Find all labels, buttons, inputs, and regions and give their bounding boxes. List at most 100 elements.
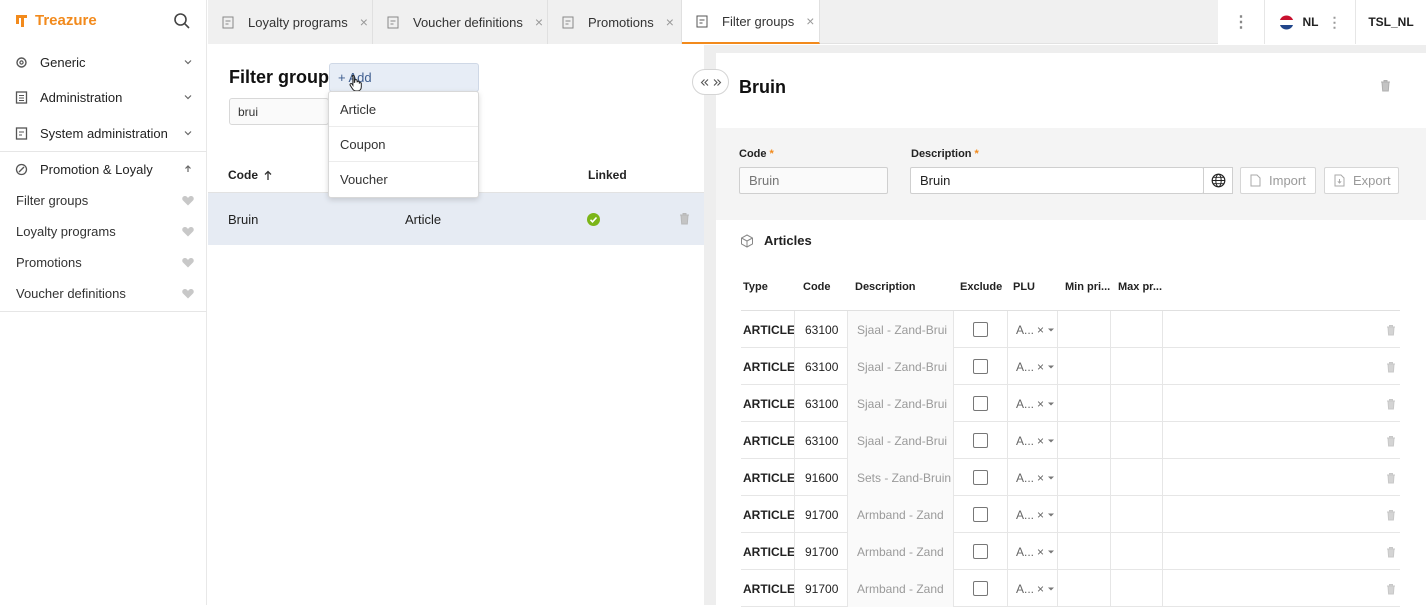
table-row[interactable]: Bruin Article [208, 193, 704, 245]
exclude-checkbox[interactable] [973, 507, 988, 522]
max-price-cell[interactable] [1110, 311, 1163, 348]
plu-select[interactable]: A... × [1007, 496, 1057, 533]
tab-loyalty-programs[interactable]: Loyalty programs × [208, 0, 373, 44]
plu-select[interactable]: A... × [1007, 459, 1057, 496]
sidebar-item-promotions[interactable]: Promotions [0, 247, 207, 277]
close-icon[interactable]: × [535, 14, 543, 30]
max-price-cell[interactable] [1110, 422, 1163, 459]
max-price-cell[interactable] [1110, 570, 1163, 607]
panel-splitter[interactable] [704, 45, 716, 605]
max-price-cell[interactable] [1110, 459, 1163, 496]
max-price-cell[interactable] [1110, 496, 1163, 533]
trash-icon[interactable] [1386, 533, 1396, 570]
close-icon[interactable]: × [806, 13, 814, 29]
plu-select[interactable]: A... × [1007, 533, 1057, 570]
plu-select[interactable]: A... × [1007, 385, 1057, 422]
trash-icon[interactable] [1380, 79, 1391, 92]
language-menu-icon[interactable]: ⋮ [1328, 14, 1342, 31]
plu-select[interactable]: A... × [1007, 311, 1057, 348]
menu-item-article[interactable]: Article [329, 92, 478, 127]
tab-voucher-definitions[interactable]: Voucher definitions × [373, 0, 548, 44]
table-row[interactable]: ARTICLE 91700 Armband - Zand A... × [741, 570, 1400, 607]
import-button[interactable]: Import [1240, 167, 1316, 194]
close-icon[interactable]: × [666, 14, 674, 30]
menu-item-coupon[interactable]: Coupon [329, 127, 478, 162]
menu-generic[interactable]: Generic [0, 45, 207, 79]
trash-icon[interactable] [679, 212, 690, 225]
table-row[interactable]: ARTICLE 63100 Sjaal - Zand-Brui A... × [741, 385, 1400, 422]
language-selector[interactable]: NL ⋮ [1264, 0, 1355, 44]
min-price-cell[interactable] [1057, 311, 1110, 348]
clear-icon[interactable]: × [1037, 397, 1044, 411]
column-header-max-price[interactable]: Max pr... [1118, 281, 1162, 293]
min-price-cell[interactable] [1057, 533, 1110, 570]
clear-icon[interactable]: × [1037, 545, 1044, 559]
trash-icon[interactable] [1386, 348, 1396, 385]
clear-icon[interactable]: × [1037, 582, 1044, 596]
code-field[interactable] [739, 167, 888, 194]
menu-administration[interactable]: Administration [0, 80, 207, 114]
heart-icon[interactable] [182, 226, 194, 237]
user-menu[interactable]: TSL_NL [1355, 0, 1426, 44]
trash-icon[interactable] [1386, 422, 1396, 459]
close-icon[interactable]: × [360, 14, 368, 30]
clear-icon[interactable]: × [1037, 360, 1044, 374]
plu-select[interactable]: A... × [1007, 422, 1057, 459]
min-price-cell[interactable] [1057, 496, 1110, 533]
column-header-code[interactable]: Code [803, 281, 831, 293]
table-row[interactable]: ARTICLE 91600 Sets - Zand-Bruin A... × [741, 459, 1400, 496]
column-header-min-price[interactable]: Min pri... [1065, 281, 1110, 293]
menu-system-administration[interactable]: System administration [0, 116, 207, 150]
more-tabs-icon[interactable]: ⋮ [1218, 0, 1264, 44]
collapse-toggle-button[interactable] [692, 69, 729, 95]
column-header-description[interactable]: Description [855, 281, 916, 293]
max-price-cell[interactable] [1110, 385, 1163, 422]
exclude-checkbox[interactable] [973, 396, 988, 411]
menu-promotion-loyalty[interactable]: Promotion & Loyaly [0, 152, 207, 186]
clear-icon[interactable]: × [1037, 434, 1044, 448]
clear-icon[interactable]: × [1037, 508, 1044, 522]
max-price-cell[interactable] [1110, 533, 1163, 570]
table-row[interactable]: ARTICLE 63100 Sjaal - Zand-Brui A... × [741, 422, 1400, 459]
min-price-cell[interactable] [1057, 385, 1110, 422]
tab-promotions[interactable]: Promotions × [548, 0, 682, 44]
search-input[interactable] [229, 98, 329, 125]
clear-icon[interactable]: × [1037, 323, 1044, 337]
exclude-checkbox[interactable] [973, 581, 988, 596]
add-button[interactable]: + Add [329, 63, 479, 92]
table-row[interactable]: ARTICLE 91700 Armband - Zand A... × [741, 533, 1400, 570]
table-row[interactable]: ARTICLE 63100 Sjaal - Zand-Brui A... × [741, 348, 1400, 385]
trash-icon[interactable] [1386, 570, 1396, 607]
min-price-cell[interactable] [1057, 348, 1110, 385]
trash-icon[interactable] [1386, 496, 1396, 533]
min-price-cell[interactable] [1057, 459, 1110, 496]
heart-icon[interactable] [182, 288, 194, 299]
trash-icon[interactable] [1386, 385, 1396, 422]
description-field[interactable] [910, 167, 1204, 194]
exclude-checkbox[interactable] [973, 359, 988, 374]
plu-select[interactable]: A... × [1007, 570, 1057, 607]
search-icon[interactable] [173, 12, 191, 30]
table-row[interactable]: ARTICLE 63100 Sjaal - Zand-Brui A... × [741, 311, 1400, 348]
table-row[interactable]: ARTICLE 91700 Armband - Zand A... × [741, 496, 1400, 533]
menu-item-voucher[interactable]: Voucher [329, 162, 478, 197]
heart-icon[interactable] [182, 195, 194, 206]
sidebar-item-filter-groups[interactable]: Filter groups [0, 185, 207, 215]
max-price-cell[interactable] [1110, 348, 1163, 385]
min-price-cell[interactable] [1057, 570, 1110, 607]
sidebar-item-loyalty-programs[interactable]: Loyalty programs [0, 216, 207, 246]
trash-icon[interactable] [1386, 311, 1396, 348]
treazure-logo[interactable]: Treazure [13, 12, 97, 29]
translate-button[interactable] [1203, 167, 1233, 194]
sidebar-item-voucher-definitions[interactable]: Voucher definitions [0, 278, 207, 308]
exclude-checkbox[interactable] [973, 470, 988, 485]
column-header-plu[interactable]: PLU [1013, 281, 1035, 293]
plu-select[interactable]: A... × [1007, 348, 1057, 385]
column-header-type[interactable]: Type [743, 281, 768, 293]
trash-icon[interactable] [1386, 459, 1396, 496]
min-price-cell[interactable] [1057, 422, 1110, 459]
heart-icon[interactable] [182, 257, 194, 268]
exclude-checkbox[interactable] [973, 544, 988, 559]
exclude-checkbox[interactable] [973, 433, 988, 448]
exclude-checkbox[interactable] [973, 322, 988, 337]
